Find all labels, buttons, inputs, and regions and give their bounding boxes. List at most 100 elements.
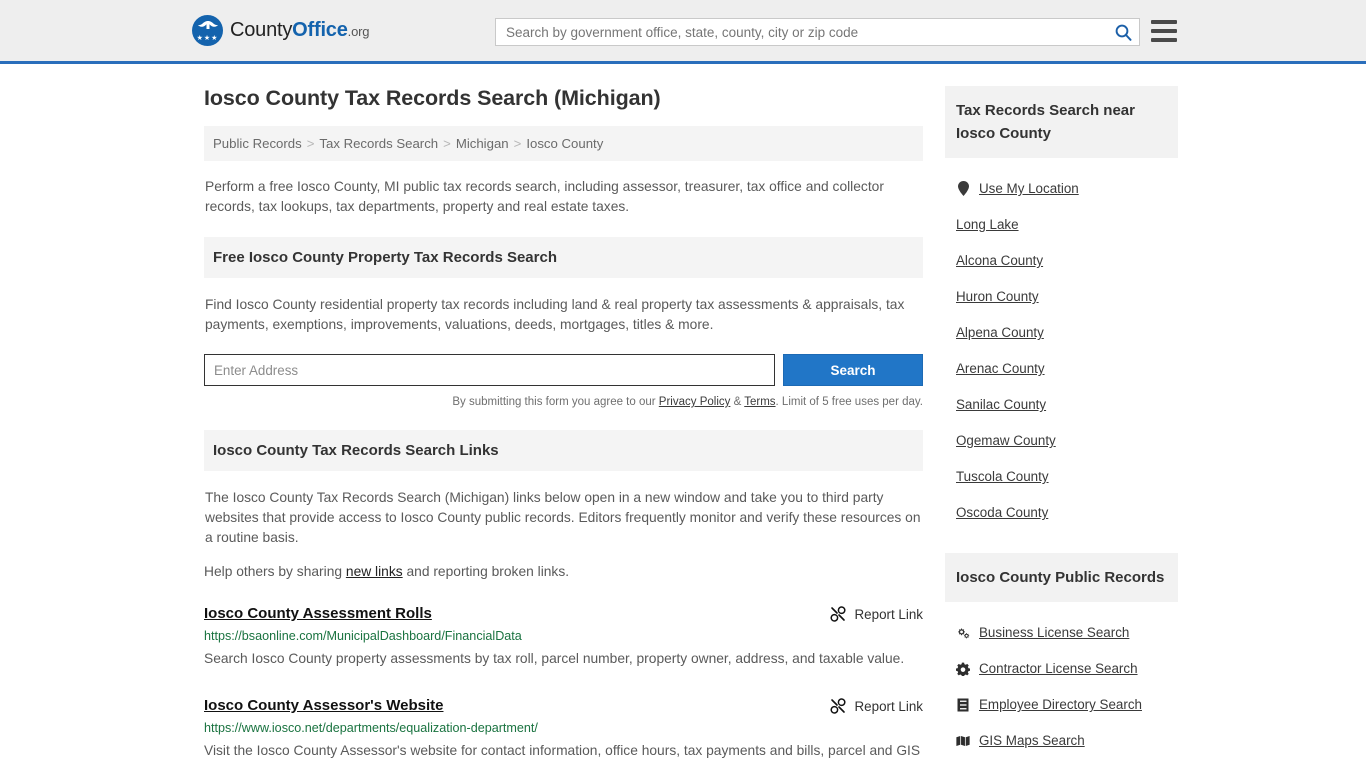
disclaimer-prefix: By submitting this form you agree to our <box>452 396 658 408</box>
property-search-form: Search <box>204 354 923 386</box>
breadcrumb-separator: > <box>438 136 456 151</box>
report-link-button[interactable]: Report Link <box>830 697 923 714</box>
result-title-link[interactable]: Iosco County Assessor's Website <box>204 697 443 714</box>
sidebar-item-label: Tuscola County <box>956 469 1049 484</box>
sidebar-item-contractor-license-search[interactable]: Contractor License Search <box>956 661 1178 676</box>
breadcrumb-item-iosco-county[interactable]: Iosco County <box>526 136 603 151</box>
gear-icon <box>956 661 970 676</box>
map-pin-icon <box>956 181 970 196</box>
property-search-description: Find Iosco County residential property t… <box>204 295 923 335</box>
sidebar-item-label: Alcona County <box>956 253 1043 268</box>
form-disclaimer: By submitting this form you agree to our… <box>204 396 923 408</box>
directory-icon <box>956 697 970 712</box>
sidebar-item-label: Oscoda County <box>956 505 1048 520</box>
broken-link-icon <box>830 698 846 714</box>
logo-text-org: .org <box>348 24 370 39</box>
main-column: Iosco County Tax Records Search (Michiga… <box>204 86 923 768</box>
sidebar-item-label: Arenac County <box>956 361 1045 376</box>
map-icon <box>956 733 970 748</box>
sidebar-item-alcona-county[interactable]: Alcona County <box>956 253 1178 268</box>
sidebar-item-label: GIS Maps Search <box>979 733 1085 748</box>
report-link-button[interactable]: Report Link <box>830 605 923 622</box>
sidebar-item-label: Use My Location <box>979 181 1079 196</box>
sidebar-item-tuscola-county[interactable]: Tuscola County <box>956 469 1178 484</box>
eagle-shield-icon: ★★★ <box>192 15 223 46</box>
sidebar-item-business-license-search[interactable]: Business License Search <box>956 625 1178 640</box>
sidebar-item-gis-maps-search[interactable]: GIS Maps Search <box>956 733 1178 748</box>
disclaimer-suffix: . Limit of 5 free uses per day. <box>776 396 923 408</box>
result-url[interactable]: https://bsaonline.com/MunicipalDashboard… <box>204 629 923 643</box>
sidebar-item-label: Alpena County <box>956 325 1044 340</box>
cogs-icon <box>956 625 970 640</box>
sidebar-item-use-my-location[interactable]: Use My Location <box>956 181 1178 196</box>
result-title-link[interactable]: Iosco County Assessment Rolls <box>204 605 432 622</box>
privacy-policy-link[interactable]: Privacy Policy <box>659 396 731 408</box>
sidebar-item-huron-county[interactable]: Huron County <box>956 289 1178 304</box>
page-intro-text: Perform a free Iosco County, MI public t… <box>204 177 923 217</box>
result-description: Search Iosco County property assessments… <box>204 647 923 671</box>
sidebar-item-sanilac-county[interactable]: Sanilac County <box>956 397 1178 412</box>
sidebar-item-employee-directory-search[interactable]: Employee Directory Search <box>956 697 1178 712</box>
help-prefix: Help others by sharing <box>204 564 346 579</box>
sidebar-item-label: Contractor License Search <box>979 661 1138 676</box>
links-section-heading: Iosco County Tax Records Search Links <box>204 430 923 471</box>
hamburger-bar <box>1151 38 1177 42</box>
broken-link-icon <box>830 606 846 622</box>
help-share-line: Help others by sharing new links and rep… <box>204 564 923 579</box>
hamburger-menu-icon[interactable] <box>1151 20 1177 42</box>
report-link-label: Report Link <box>855 699 923 714</box>
terms-link[interactable]: Terms <box>744 396 775 408</box>
site-logo[interactable]: ★★★ CountyOffice.org <box>192 15 369 46</box>
address-input[interactable] <box>204 354 775 386</box>
sidebar-public-records-block: Iosco County Public Records <box>945 553 1178 748</box>
sidebar-item-ogemaw-county[interactable]: Ogemaw County <box>956 433 1178 448</box>
breadcrumb-separator: > <box>509 136 527 151</box>
links-section-description: The Iosco County Tax Records Search (Mic… <box>204 488 923 548</box>
result-item: Iosco County Assessment Rolls Report Lin… <box>204 605 923 671</box>
breadcrumb-item-michigan[interactable]: Michigan <box>456 136 509 151</box>
sidebar-public-records-heading: Iosco County Public Records <box>945 553 1178 602</box>
breadcrumb-separator: > <box>302 136 320 151</box>
sidebar-nearby-heading: Tax Records Search near Iosco County <box>945 86 1178 158</box>
hamburger-bar <box>1151 20 1177 24</box>
page-title: Iosco County Tax Records Search (Michiga… <box>204 86 923 111</box>
sidebar: Tax Records Search near Iosco County Use… <box>945 86 1178 768</box>
sidebar-public-records-list: Business License Search Contractor Licen… <box>945 602 1178 748</box>
sidebar-item-label: Huron County <box>956 289 1039 304</box>
logo-wordmark: CountyOffice.org <box>230 19 369 42</box>
sidebar-item-label: Ogemaw County <box>956 433 1056 448</box>
result-header: Iosco County Assessor's Website Report L… <box>204 697 923 714</box>
logo-text-county: County <box>230 19 292 41</box>
sidebar-item-label: Business License Search <box>979 625 1129 640</box>
site-header: ★★★ CountyOffice.org <box>0 0 1366 64</box>
sidebar-nearby-list: Use My Location Long Lake Alcona County … <box>945 158 1178 520</box>
search-input[interactable] <box>496 25 1107 40</box>
search-submit-button[interactable] <box>1107 19 1139 45</box>
logo-text-office: Office <box>292 19 347 41</box>
result-url[interactable]: https://www.iosco.net/departments/equali… <box>204 721 923 735</box>
breadcrumb-item-tax-records-search[interactable]: Tax Records Search <box>319 136 438 151</box>
disclaimer-amp: & <box>730 396 744 408</box>
sidebar-item-label: Long Lake <box>956 217 1019 232</box>
sidebar-item-oscoda-county[interactable]: Oscoda County <box>956 505 1178 520</box>
breadcrumb-item-public-records[interactable]: Public Records <box>213 136 302 151</box>
result-header: Iosco County Assessment Rolls Report Lin… <box>204 605 923 622</box>
property-search-button[interactable]: Search <box>783 354 923 386</box>
logo-stars: ★★★ <box>192 35 223 42</box>
property-search-heading: Free Iosco County Property Tax Records S… <box>204 237 923 278</box>
breadcrumb: Public Records>Tax Records Search>Michig… <box>204 126 923 161</box>
report-link-label: Report Link <box>855 607 923 622</box>
new-links-link[interactable]: new links <box>346 564 403 579</box>
page-container: Iosco County Tax Records Search (Michiga… <box>0 64 1366 768</box>
sidebar-item-long-lake[interactable]: Long Lake <box>956 217 1178 232</box>
eagle-glyph <box>197 20 218 30</box>
hamburger-bar <box>1151 29 1177 33</box>
search-icon <box>1115 24 1132 41</box>
result-description: Visit the Iosco County Assessor's websit… <box>204 739 923 768</box>
sidebar-item-label: Sanilac County <box>956 397 1046 412</box>
sidebar-item-label: Employee Directory Search <box>979 697 1142 712</box>
help-suffix: and reporting broken links. <box>403 564 569 579</box>
global-search-bar[interactable] <box>495 18 1140 46</box>
sidebar-item-alpena-county[interactable]: Alpena County <box>956 325 1178 340</box>
sidebar-item-arenac-county[interactable]: Arenac County <box>956 361 1178 376</box>
